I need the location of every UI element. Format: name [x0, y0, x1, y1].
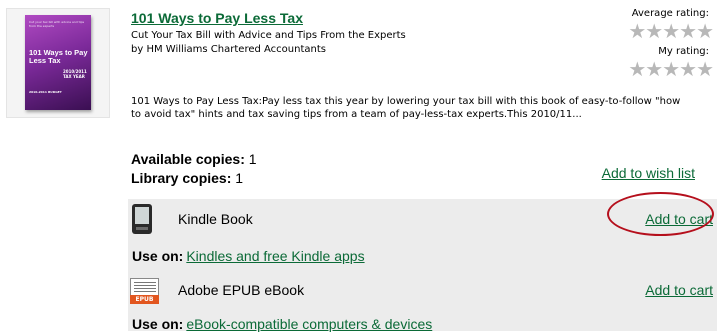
kindle-device-icon: [132, 204, 152, 234]
cover-tagline: Cut your tax bill with advice and tips f…: [29, 20, 85, 28]
highlight-oval: [607, 192, 714, 236]
average-rating-label: Average rating:: [631, 8, 709, 19]
epub-icon: EPUB: [130, 278, 159, 304]
format-row-epub: EPUB Adobe EPUB eBook Add to cart Use on…: [128, 271, 717, 332]
add-to-wish-list-link[interactable]: Add to wish list: [602, 165, 695, 181]
available-copies: Available copies: 1: [131, 151, 257, 167]
cover-budget: 2010-2011 BUDGET: [29, 90, 62, 94]
add-to-cart-epub-button[interactable]: Add to cart: [645, 282, 713, 298]
cover-title: 101 Ways to Pay Less Tax: [29, 48, 88, 65]
book-author: by HM Williams Chartered Accountants: [131, 44, 326, 55]
library-copies-label: Library copies:: [131, 170, 232, 186]
library-copies-count: 1: [235, 170, 244, 186]
use-on-epub: Use on: eBook-compatible computers & devi…: [132, 316, 432, 332]
format-name-epub: Adobe EPUB eBook: [178, 282, 305, 298]
book-description: 101 Ways to Pay Less Tax:Pay less tax th…: [131, 96, 681, 120]
use-on-kindle-link[interactable]: Kindles and free Kindle apps: [186, 248, 364, 264]
available-copies-count: 1: [248, 151, 257, 167]
available-copies-label: Available copies:: [131, 151, 245, 167]
book-cover[interactable]: Cut your tax bill with advice and tips f…: [6, 8, 110, 118]
use-on-epub-link[interactable]: eBook-compatible computers & devices: [186, 316, 432, 332]
use-on-kindle: Use on: Kindles and free Kindle apps: [132, 248, 365, 264]
epub-badge: EPUB: [130, 295, 159, 304]
book-cover-art: Cut your tax bill with advice and tips f…: [25, 15, 91, 110]
average-rating-stars: ★★★★★: [628, 19, 714, 43]
book-subtitle: Cut Your Tax Bill with Advice and Tips F…: [131, 30, 406, 41]
my-rating-stars[interactable]: ★★★★★: [628, 59, 714, 79]
book-title-link[interactable]: 101 Ways to Pay Less Tax: [131, 10, 303, 26]
library-copies: Library copies: 1: [131, 170, 243, 186]
use-on-label: Use on:: [132, 316, 184, 332]
format-name-kindle: Kindle Book: [178, 211, 253, 227]
cover-year: 2010/2011 TAX YEAR: [63, 69, 87, 79]
my-rating-label: My rating:: [658, 46, 709, 57]
use-on-label: Use on:: [132, 248, 184, 264]
